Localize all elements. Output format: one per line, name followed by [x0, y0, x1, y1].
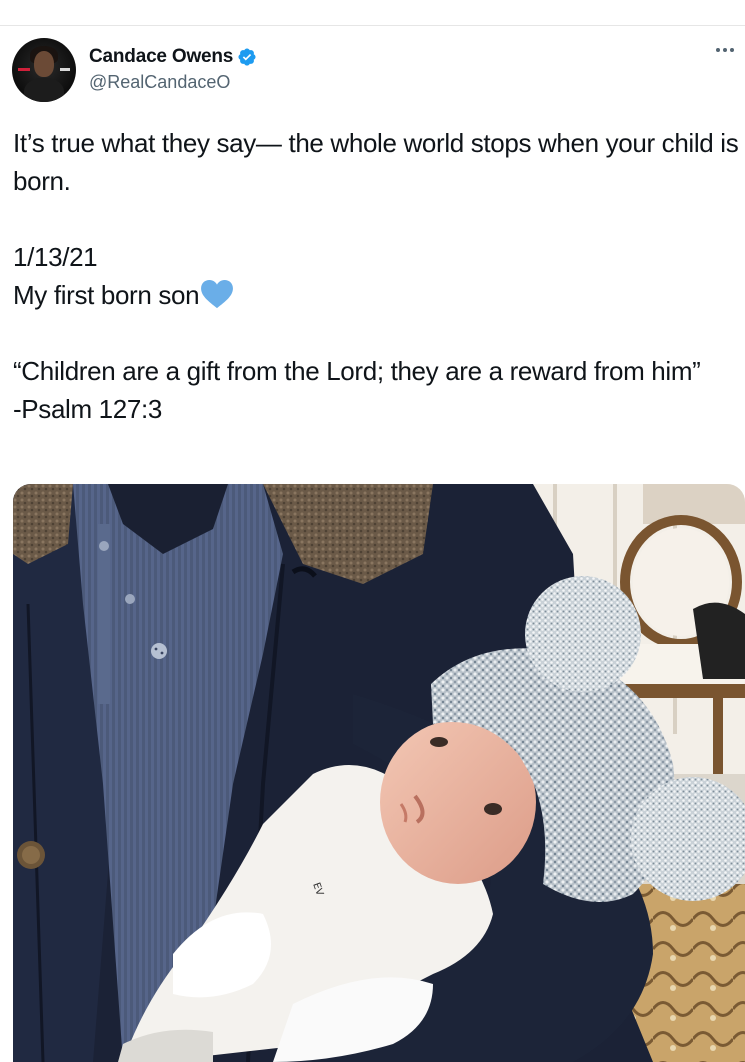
tweet-citation: -Psalm 127:3 [13, 394, 162, 424]
tweet-date-line: 1/13/21 [13, 242, 98, 272]
baby-photo-image: EV [13, 484, 745, 1062]
tweet-son-line: My first born son [13, 276, 741, 314]
more-options-icon[interactable] [711, 40, 739, 60]
blue-heart-icon [201, 279, 234, 309]
author-avatar[interactable] [12, 38, 76, 102]
tweet-son-text: My first born son [13, 280, 200, 310]
verified-badge-icon [238, 48, 256, 66]
tweet-text-line: It’s true what they say— the whole world… [13, 128, 739, 196]
tweet-photo[interactable]: EV [13, 484, 745, 1062]
author-name-row[interactable]: Candace Owens [89, 46, 257, 68]
author-handle[interactable]: @RealCandaceO [89, 72, 230, 93]
author-display-name[interactable]: Candace Owens [89, 46, 233, 68]
tweet-quote: “Children are a gift from the Lord; they… [13, 356, 701, 386]
tweet-text: It’s true what they say— the whole world… [13, 124, 741, 428]
